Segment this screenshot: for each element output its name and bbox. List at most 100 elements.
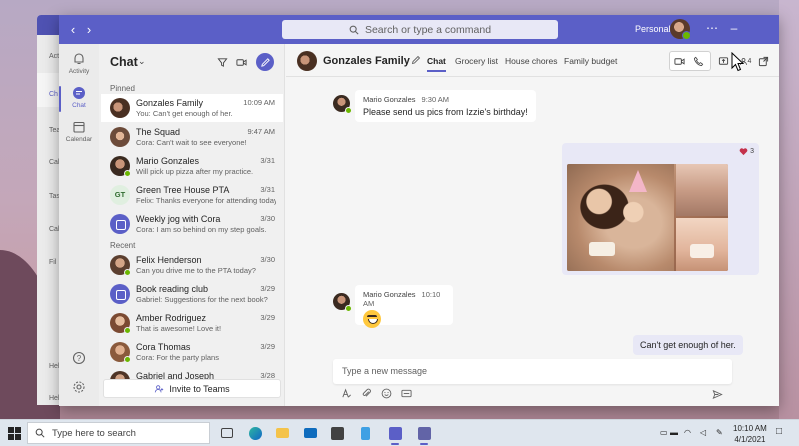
audio-call-button[interactable] [689,52,707,70]
chat-list-title[interactable]: Chat [110,55,138,69]
send-button[interactable] [711,388,723,400]
chat-item-cora-thomas[interactable]: Cora Thomas Cora: For the party plans 3/… [101,338,283,366]
popout-button[interactable] [754,52,772,70]
invite-to-teams-button[interactable]: Invite to Teams [103,379,281,398]
minimize-icon[interactable]: – [726,21,742,35]
rail-label: Calendar [65,136,93,143]
taskbar-search-box[interactable]: Type here to search [27,422,210,444]
app-icon [360,426,370,440]
volume-icon[interactable]: ◁ [700,428,706,437]
store-icon [330,426,344,440]
format-button[interactable] [340,387,352,399]
teams-window: ‹ › Search or type a command Personal ⋯ … [59,15,779,406]
chat-item-amber-rodriguez[interactable]: Amber Rodriguez That is awesome! Love it… [101,309,283,337]
teams-taskbar-button-2[interactable] [414,424,434,445]
profile-avatar[interactable] [670,19,691,40]
compose-icon [260,57,270,67]
title-bar: ‹ › Search or type a command Personal ⋯ … [59,15,779,44]
teams-taskbar-button[interactable] [385,424,405,445]
chat-name: Cora Thomas [136,342,191,352]
rail-settings[interactable] [59,376,99,406]
gif-button[interactable] [400,387,412,399]
sender-avatar [333,293,352,312]
emoji-icon [381,388,391,398]
pen-icon[interactable]: ✎ [716,428,723,437]
photo-top-right [676,164,728,216]
screen-icon[interactable]: ▭ [660,428,668,437]
store-taskbar-button[interactable] [327,424,347,442]
photo-bottom-right [676,218,728,271]
heart-icon [739,148,748,156]
photo-main [567,164,674,271]
message-bubble[interactable]: Mario Gonzales 10:10 AM [355,285,453,328]
file-explorer-taskbar-button[interactable] [272,424,292,442]
mail-taskbar-button[interactable] [300,424,320,442]
chat-time: 3/30 [260,255,275,264]
chat-item-green-tree-house-pta[interactable]: GT Green Tree House PTA Felix: Thanks ev… [101,181,283,209]
emoji-button[interactable] [380,387,392,399]
compose-box[interactable]: Type a new message [333,359,732,384]
chat-item-book-reading-club[interactable]: Book reading club Gabriel: Suggestions f… [101,280,283,308]
chat-preview: Cora: I am so behind on my step goals. [136,225,267,234]
rail-calendar[interactable]: Calendar [59,116,99,150]
chat-item-weekly-jog[interactable]: Weekly jog with Cora Cora: I am so behin… [101,210,283,238]
paperclip-icon [362,388,371,397]
tab-house-chores[interactable]: House chores [505,56,557,66]
tab-grocery-list[interactable]: Grocery list [455,56,498,66]
new-chat-button[interactable] [256,53,274,71]
presence-available-icon [345,305,352,312]
command-search-box[interactable]: Search or type a command [282,20,558,39]
group-chat-icon [110,284,130,304]
video-call-button[interactable] [670,52,688,70]
message-time: 9:30 AM [421,95,450,104]
filter-button[interactable] [213,53,231,71]
attach-button[interactable] [360,387,372,399]
birthday-photo-collage[interactable] [567,164,728,271]
chat-item-mario-gonzales[interactable]: Mario Gonzales Will pick up pizza after … [101,152,283,180]
chat-list-pane: Chat ⌄ Pinned Gonzales Family You: Can't… [99,44,285,406]
edit-pencil-icon[interactable] [411,55,421,65]
presence-available-icon [124,356,131,363]
rail-activity[interactable]: Activity [59,48,99,82]
system-clock[interactable]: 10:10 AM 4/1/2021 [733,423,767,445]
teams-icon [388,426,402,440]
share-screen-button[interactable] [714,52,732,70]
reaction-badge[interactable]: 3 [739,147,754,156]
forward-arrow-icon[interactable]: › [82,22,96,37]
edge-icon [248,426,262,440]
task-view-button[interactable] [217,424,237,442]
reaction-count: 3 [750,148,754,155]
meet-now-button[interactable] [232,53,250,71]
my-message-bubble[interactable]: Can't get enough of her. [633,335,743,355]
chevron-down-icon[interactable]: ⌄ [138,56,146,67]
chat-preview: Felix: Thanks everyone for attending tod… [136,196,276,205]
mail-icon [303,428,317,438]
back-arrow-icon[interactable]: ‹ [66,22,80,37]
chat-icon [73,87,85,99]
back-rail-label: Cal [49,226,60,233]
more-options-icon[interactable]: ⋯ [704,21,720,35]
message-bubble[interactable]: Mario Gonzales 9:30 AM Please send us pic… [355,90,536,122]
tab-family-budget[interactable]: Family budget [564,56,617,66]
chat-item-gonzales-family[interactable]: Gonzales Family You: Can't get enough of… [101,94,283,122]
wallpaper-edge [779,0,799,420]
chat-preview: Will pick up pizza after my practice. [136,167,254,176]
chat-item-felix-henderson[interactable]: Felix Henderson Can you drive me to the … [101,251,283,279]
app-taskbar-button[interactable] [355,424,375,442]
tab-chat[interactable]: Chat [427,56,446,72]
chat-name: Weekly jog with Cora [136,214,221,224]
account-type-label: Personal [635,24,671,34]
photo-message[interactable]: 3 [562,143,759,275]
chat-preview: Cora: For the party plans [136,353,219,362]
edge-taskbar-button[interactable] [245,424,265,442]
rail-label: Activity [68,68,90,75]
chat-item-the-squad[interactable]: The Squad Cora: Can't wait to see everyo… [101,123,283,151]
message-meta: Mario Gonzales 9:30 AM [363,95,528,104]
notification-icon[interactable]: □ [776,426,782,437]
rail-chat[interactable]: Chat [59,82,99,116]
wifi-icon[interactable]: ◠ [684,428,691,437]
mouse-pointer-icon [731,52,745,72]
windows-start-icon[interactable] [8,427,21,440]
chat-name: Mario Gonzales [136,156,200,166]
battery-icon[interactable]: ▬ [670,428,678,437]
